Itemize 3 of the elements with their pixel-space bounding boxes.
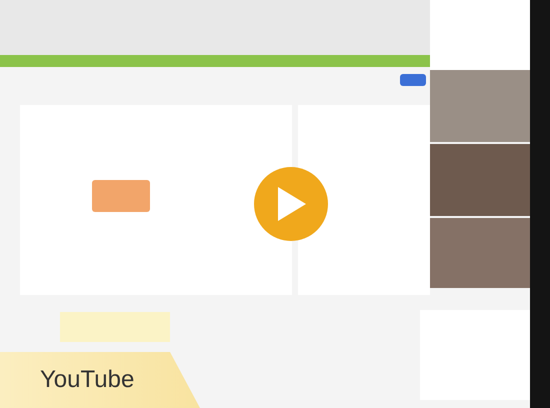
logo-badge[interactable]: YouTube	[0, 352, 200, 408]
play-icon	[276, 187, 306, 221]
player-logo-text: YouTube	[40, 366, 134, 394]
